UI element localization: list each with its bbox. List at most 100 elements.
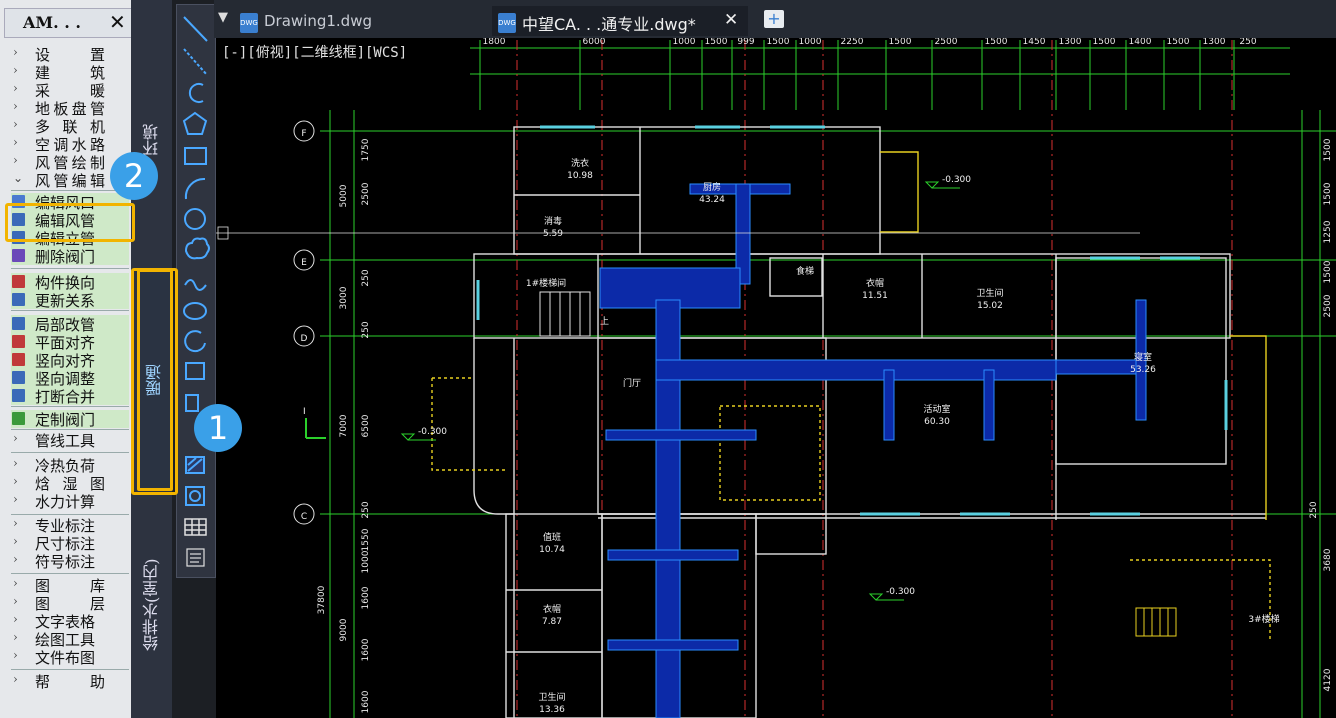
menu-item[interactable]: › 文字表格: [11, 612, 129, 631]
menu-item[interactable]: › 文件布图: [11, 648, 129, 667]
close-icon[interactable]: ✕: [109, 10, 126, 34]
menu-item[interactable]: › 建筑: [11, 63, 129, 82]
dwg-file-icon: DWG: [240, 13, 258, 33]
menu-item[interactable]: › 冷热负荷: [11, 456, 129, 475]
menu-item[interactable]: › 专业标注: [11, 516, 129, 535]
menu-item[interactable]: › 空调水路: [11, 135, 129, 154]
menu-item[interactable]: › 采暖: [11, 81, 129, 100]
menu-item[interactable]: › 符号标注: [11, 552, 129, 571]
dimension-label: 1800: [483, 38, 506, 47]
delete-valve-icon: [12, 249, 25, 262]
menu-divider: [11, 190, 129, 191]
menu-item-label: 帮助: [35, 673, 105, 691]
room-name: 衣帽: [866, 277, 884, 289]
tab-drawing1[interactable]: DWG Drawing1.dwg: [236, 6, 486, 36]
dimension-label: 1450: [1023, 38, 1046, 47]
make-block-icon[interactable]: [185, 394, 199, 412]
menu-item[interactable]: › 水力计算: [11, 492, 129, 511]
chevron-right-icon: ›: [13, 153, 18, 167]
walls: [473, 126, 1266, 718]
menu-divider: [11, 268, 129, 269]
vertical-adjust-icon: [12, 371, 25, 384]
construction-line-icon[interactable]: [183, 48, 208, 76]
menu-item[interactable]: › 管线工具: [11, 431, 129, 450]
submenu-item[interactable]: 构件换向: [11, 273, 129, 292]
tab-dropdown-icon[interactable]: ▼: [218, 10, 228, 25]
submenu-item[interactable]: 局部改管: [11, 315, 129, 334]
submenu-item[interactable]: 平面对齐: [11, 333, 129, 352]
mtext-icon[interactable]: [186, 548, 205, 567]
rectangle-icon[interactable]: [184, 147, 207, 165]
submenu-item[interactable]: 删除阀门: [11, 247, 129, 266]
ellipse-icon[interactable]: [183, 302, 207, 320]
line-icon[interactable]: [183, 16, 208, 42]
room-name: 厨房: [703, 181, 721, 193]
chevron-right-icon: ›: [13, 135, 18, 149]
submenu-item[interactable]: 定制阀门: [11, 410, 129, 429]
close-tab-icon[interactable]: ✕: [724, 10, 738, 30]
room-name: 门厅: [623, 377, 641, 389]
tab-active-label: 中望CA. . .通专业.dwg*: [522, 15, 696, 34]
vertical-align-icon: [12, 353, 25, 366]
floor-plan: F E D C 1800 6000 1000 1500 999 1500 1000 2250 1500…: [216, 38, 1336, 718]
menu-item[interactable]: › 设置: [11, 45, 129, 64]
room-name: 卫生间: [976, 287, 1003, 299]
hatch-icon[interactable]: [185, 456, 205, 474]
dimension-label: 4120: [1323, 668, 1333, 691]
table-icon[interactable]: [184, 518, 207, 536]
dwg-file-icon: DWG: [498, 13, 516, 33]
menu-item[interactable]: › 帮助: [11, 672, 129, 691]
tab-active-drawing[interactable]: DWG 中望CA. . .通专业.dwg* ✕: [492, 6, 748, 36]
dimension-label: 1750: [361, 138, 371, 161]
highlight-hvac-tab: [131, 268, 178, 495]
polyline-icon[interactable]: [188, 83, 204, 103]
highlight-edit-duct: [5, 203, 135, 242]
submenu-item[interactable]: 竖向对齐: [11, 351, 129, 370]
menu-item[interactable]: › 图库: [11, 576, 129, 595]
dimension-label: 1500: [1323, 182, 1333, 205]
ucs-icon: [305, 418, 326, 439]
dimension-label: 1500: [1323, 260, 1333, 283]
menu-item[interactable]: › 焓湿图: [11, 474, 129, 493]
drawing-canvas[interactable]: F E D C 1800 6000 1000 1500 999 1500 1000 2250 1500…: [216, 38, 1336, 718]
menu-item[interactable]: › 尺寸标注: [11, 534, 129, 553]
tab-drawing1-label: Drawing1.dwg: [264, 12, 372, 30]
menu-item[interactable]: › 绘图工具: [11, 630, 129, 649]
chevron-right-icon: ›: [13, 594, 18, 608]
insert-block-icon[interactable]: [185, 362, 205, 380]
room-name: 活动室: [923, 403, 950, 415]
chevron-right-icon: ›: [13, 612, 18, 626]
dimension-label: 2500: [1323, 294, 1333, 317]
menu-item[interactable]: › 地板盘管: [11, 99, 129, 118]
menu-title: AM. . .: [23, 13, 81, 32]
submenu-item[interactable]: 打断合并: [11, 387, 129, 406]
region-icon[interactable]: [185, 486, 205, 506]
left-dimension-labels: 1750 2500 5000 3000 250 250 6500 7000 250 1550100…: [317, 138, 371, 713]
polygon-icon[interactable]: [182, 111, 208, 135]
new-tab-icon[interactable]: +: [764, 10, 784, 28]
submenu-item-label: 定制阀门: [35, 411, 96, 429]
tab-plumbing[interactable]: 给排水(室内): [137, 520, 167, 690]
dimension-label: 250: [1239, 38, 1256, 47]
dimension-label: 6500: [361, 414, 371, 437]
section-mark: I: [303, 407, 306, 417]
viewport-label[interactable]: [-][俯视][二维线框][WCS]: [222, 42, 407, 62]
axis-label: E: [301, 258, 307, 268]
menu-item[interactable]: › 图层: [11, 594, 129, 613]
axis-label: D: [301, 334, 308, 344]
arc-icon[interactable]: [184, 177, 206, 200]
circle-icon[interactable]: [184, 208, 206, 230]
submenu-item[interactable]: 竖向调整: [11, 369, 129, 388]
menu-item[interactable]: › 多联机: [11, 117, 129, 136]
menu-divider: [11, 406, 129, 407]
room-area: 53.26: [1130, 365, 1156, 375]
dimension-label: 1500: [767, 38, 790, 47]
room-name: 衣帽: [543, 603, 561, 615]
spline-icon[interactable]: [184, 279, 207, 291]
dimension-label: 1000: [361, 550, 371, 573]
submenu-item[interactable]: 更新关系: [11, 291, 129, 310]
dimension-label: 1600: [361, 690, 371, 713]
cloud-icon[interactable]: [184, 237, 210, 260]
chevron-right-icon: ›: [13, 63, 18, 77]
ellipse-arc-icon[interactable]: [184, 330, 206, 353]
